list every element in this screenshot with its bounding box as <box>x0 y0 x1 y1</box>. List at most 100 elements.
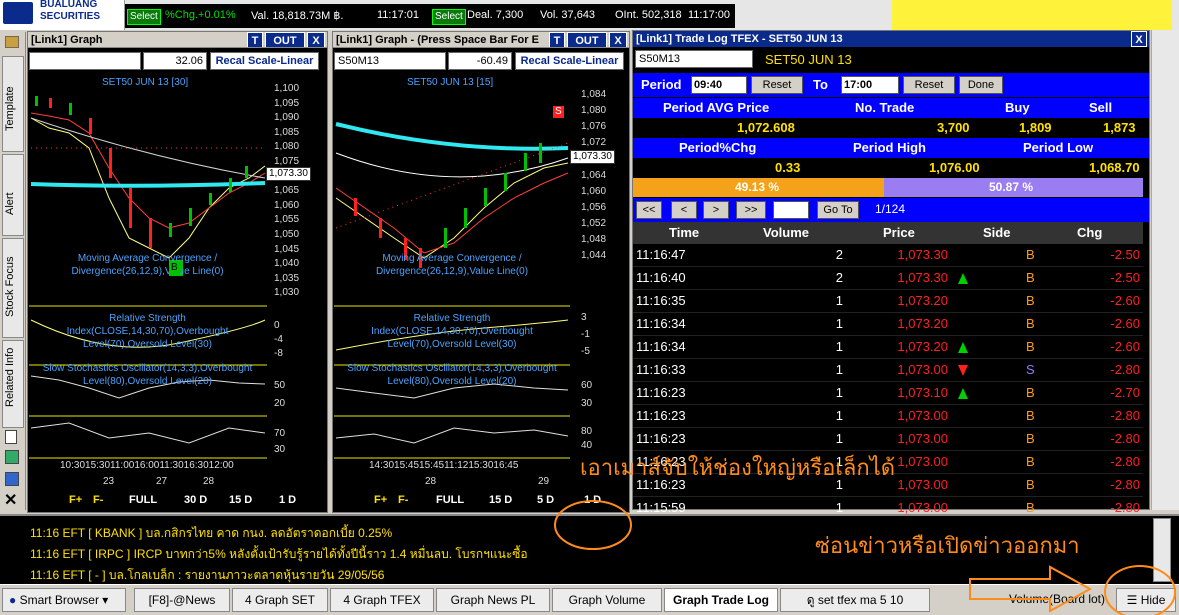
table-row[interactable]: 11:16:23 1 1,073.00 B -2.80 <box>633 428 1143 451</box>
tab-graph-news-pl[interactable]: Graph News PL <box>436 588 550 612</box>
range-full-button[interactable]: FULL <box>436 494 464 506</box>
low-value: 1,068.70 <box>1089 160 1140 175</box>
recal-scale-button[interactable]: Recal Scale-Linear <box>515 52 624 70</box>
out-button[interactable]: OUT <box>265 32 305 47</box>
pin-button[interactable]: T <box>247 32 263 47</box>
range-30d-button[interactable]: 30 D <box>184 494 207 506</box>
select-button-2[interactable]: Select <box>432 9 466 25</box>
period-to-input[interactable]: 17:00 <box>841 76 899 94</box>
news-item[interactable]: 11:16 EFT [ IRPC ] IRCP บาทกว่า5% หลังตั… <box>30 545 528 564</box>
cell-side: S <box>1026 362 1035 377</box>
first-page-button[interactable]: << <box>636 201 662 219</box>
done-button[interactable]: Done <box>959 76 1003 94</box>
y-tick-label: 1,065 <box>274 185 300 197</box>
tab-stock-focus[interactable]: Stock Focus <box>2 238 24 338</box>
cell-time: 11:16:23 <box>636 385 686 400</box>
last-page-button[interactable]: >> <box>736 201 766 219</box>
col-side[interactable]: Side <box>983 225 1010 240</box>
zoom-out-button[interactable]: F- <box>93 494 103 506</box>
recal-scale-button[interactable]: Recal Scale-Linear <box>210 52 319 70</box>
cell-chg: -2.50 <box>1110 247 1140 262</box>
table-row[interactable]: 11:16:23 1 1,073.00 B -2.80 <box>633 405 1143 428</box>
y-tick-label: 1,060 <box>274 199 300 211</box>
table-row[interactable]: 11:16:33 1 1,073.00 S -2.80 <box>633 359 1143 382</box>
indicator-tick-label: -1 <box>581 329 590 340</box>
cell-side: B <box>1026 385 1035 400</box>
range-15d-button[interactable]: 15 D <box>489 494 512 506</box>
y-tick-label: 1,090 <box>274 112 300 124</box>
period-from-input[interactable]: 09:40 <box>691 76 747 94</box>
close-icon[interactable]: ✕ <box>4 490 17 510</box>
new-window-icon[interactable] <box>5 450 19 464</box>
chart-symbol-label: SET50 JUN 13 [30] <box>102 77 189 88</box>
close-panel-button[interactable]: X <box>609 32 627 47</box>
folder-icon[interactable] <box>5 36 19 48</box>
tab-graph-set[interactable]: 4 Graph SET <box>232 588 328 612</box>
table-row[interactable]: 11:16:40 2 1,073.30 B -2.50 <box>633 267 1143 290</box>
tab-related-info[interactable]: Related Info <box>2 340 24 428</box>
cell-price: 1,073.00 <box>897 431 948 446</box>
news-item[interactable]: 11:16 EFT [ - ] บล.โกลเบล็ก : รายงานภาวะ… <box>30 566 384 585</box>
cell-chg: -2.50 <box>1110 270 1140 285</box>
table-row[interactable]: 11:16:47 2 1,073.30 B -2.50 <box>633 244 1143 267</box>
zoom-out-button[interactable]: F- <box>398 494 408 506</box>
cell-chg: -2.80 <box>1110 362 1140 377</box>
y-tick-label: 1,072 <box>581 137 607 149</box>
range-full-button[interactable]: FULL <box>129 494 157 506</box>
price-chart-1[interactable] <box>29 88 267 504</box>
new-document-icon[interactable] <box>5 430 17 444</box>
col-chg[interactable]: Chg <box>1077 225 1102 240</box>
symbol-combo[interactable]: S50M13 <box>635 50 753 68</box>
save-icon[interactable] <box>5 472 19 486</box>
buy-marker: B <box>169 262 180 274</box>
col-time[interactable]: Time <box>669 225 699 240</box>
set-ticker: Select %Chg.+0.01% Val. 18,818.73M ฿. 11… <box>125 4 430 28</box>
prev-page-button[interactable]: < <box>671 201 697 219</box>
cell-price: 1,073.00 <box>897 454 948 469</box>
table-row[interactable]: 11:16:23 1 1,073.10 B -2.70 <box>633 382 1143 405</box>
cell-volume: 2 <box>835 270 843 285</box>
news-item[interactable]: 11:16 EFT [ KBANK ] บล.กสิกรไทย คาด กนง.… <box>30 524 392 543</box>
tab-news[interactable]: [F8]-@News <box>134 588 230 612</box>
close-panel-button[interactable]: X <box>1131 31 1147 47</box>
goto-button[interactable]: Go To <box>817 201 859 219</box>
low-header: Period Low <box>1023 140 1094 155</box>
col-price[interactable]: Price <box>883 225 915 240</box>
cell-chg: -2.80 <box>1110 454 1140 469</box>
indicator-tick-label: 30 <box>581 398 593 409</box>
table-row[interactable]: 11:16:35 1 1,073.20 B -2.60 <box>633 290 1143 313</box>
range-15d-button[interactable]: 15 D <box>229 494 252 506</box>
ticker-time-2: 11:17:00 <box>688 9 731 21</box>
last-price-box: 1,073.30 <box>266 167 311 181</box>
table-row[interactable]: 11:16:34 1 1,073.20 B -2.60 <box>633 336 1143 359</box>
cell-time: 11:16:35 <box>636 293 686 308</box>
y-tick-label: 1,050 <box>274 229 300 240</box>
zoom-in-button[interactable]: F+ <box>69 494 82 506</box>
cell-time: 11:16:23 <box>636 431 686 446</box>
tab-template[interactable]: Template <box>2 56 24 152</box>
cell-side: B <box>1026 316 1035 331</box>
reset-to-button[interactable]: Reset <box>903 76 955 94</box>
select-button[interactable]: Select <box>127 9 161 25</box>
page-input[interactable] <box>773 201 809 219</box>
stoch-label: Slow Stochastics Oscillator(14,3,3),Over… <box>42 363 253 387</box>
tab-graph-tfex[interactable]: 4 Graph TFEX <box>330 588 434 612</box>
ad-banner[interactable] <box>892 0 1172 30</box>
smart-browser-button[interactable]: ● Smart Browser ▾ <box>2 588 126 612</box>
out-button[interactable]: OUT <box>567 32 607 47</box>
indicator-tick-label: 30 <box>274 444 286 455</box>
next-page-button[interactable]: > <box>703 201 729 219</box>
symbol-combo[interactable] <box>29 52 141 70</box>
col-volume[interactable]: Volume <box>763 225 809 240</box>
symbol-combo[interactable]: S50M13 <box>334 52 446 70</box>
range-1d-button[interactable]: 1 D <box>279 494 296 506</box>
zoom-in-button[interactable]: F+ <box>374 494 387 506</box>
pin-button[interactable]: T <box>549 32 565 47</box>
reset-from-button[interactable]: Reset <box>751 76 803 94</box>
price-chart-2[interactable] <box>334 88 570 504</box>
close-panel-button[interactable]: X <box>307 32 325 47</box>
table-row[interactable]: 11:16:34 1 1,073.20 B -2.60 <box>633 313 1143 336</box>
tab-alert[interactable]: Alert <box>2 154 24 236</box>
y-tick-label: 1,052 <box>581 217 607 229</box>
indicator-tick-label: 70 <box>274 428 286 439</box>
